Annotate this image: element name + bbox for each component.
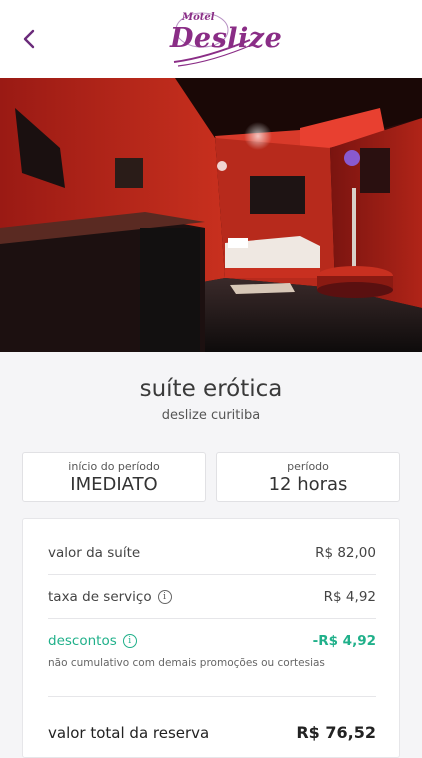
- total-amount: R$ 76,52: [296, 723, 376, 742]
- service-fee-amount: R$ 4,92: [323, 589, 376, 605]
- back-button[interactable]: [14, 24, 44, 54]
- suite-photo-image: [0, 78, 422, 352]
- total-row: valor total da reserva R$ 76,52: [48, 723, 376, 742]
- service-fee-label: taxa de serviço: [48, 589, 152, 605]
- period-duration-label: período: [287, 460, 329, 473]
- info-icon[interactable]: i: [122, 634, 137, 648]
- discounts-row: descontos i -R$ 4,92: [48, 633, 376, 649]
- logo-small-text: Motel: [182, 12, 215, 23]
- suite-value-row: valor da suíte R$ 82,00: [48, 545, 376, 561]
- info-icon[interactable]: i: [157, 590, 172, 604]
- suite-location: deslize curitiba: [161, 408, 261, 423]
- discounts-note: não cumulativo com demais promoções ou c…: [48, 657, 325, 669]
- logo-big-text: Deslize: [170, 23, 283, 54]
- period-start-value: IMEDIATO: [70, 474, 158, 495]
- total-label: valor total da reserva: [48, 723, 210, 742]
- service-fee-row: taxa de serviço i R$ 4,92: [48, 589, 376, 605]
- pricing-card: valor da suíte R$ 82,00 taxa de serviço …: [22, 518, 400, 758]
- chevron-left-icon: [23, 29, 35, 49]
- discounts-label: descontos: [48, 633, 117, 649]
- period-duration-value: 12 horas: [268, 474, 348, 495]
- period-start-box[interactable]: início do período IMEDIATO: [22, 452, 206, 502]
- period-duration-box[interactable]: período 12 horas: [216, 452, 400, 502]
- divider: [48, 696, 376, 697]
- discounts-amount: -R$ 4,92: [312, 633, 376, 649]
- suite-value-amount: R$ 82,00: [315, 545, 376, 561]
- suite-value-label: valor da suíte: [48, 545, 141, 561]
- suite-photo[interactable]: [0, 78, 422, 352]
- divider: [48, 574, 376, 575]
- period-start-label: início do período: [68, 460, 160, 473]
- app-header: Motel Deslize: [0, 0, 422, 78]
- suite-name: suíte erótica: [139, 376, 283, 402]
- divider: [48, 618, 376, 619]
- motel-logo: Motel Deslize: [166, 10, 282, 68]
